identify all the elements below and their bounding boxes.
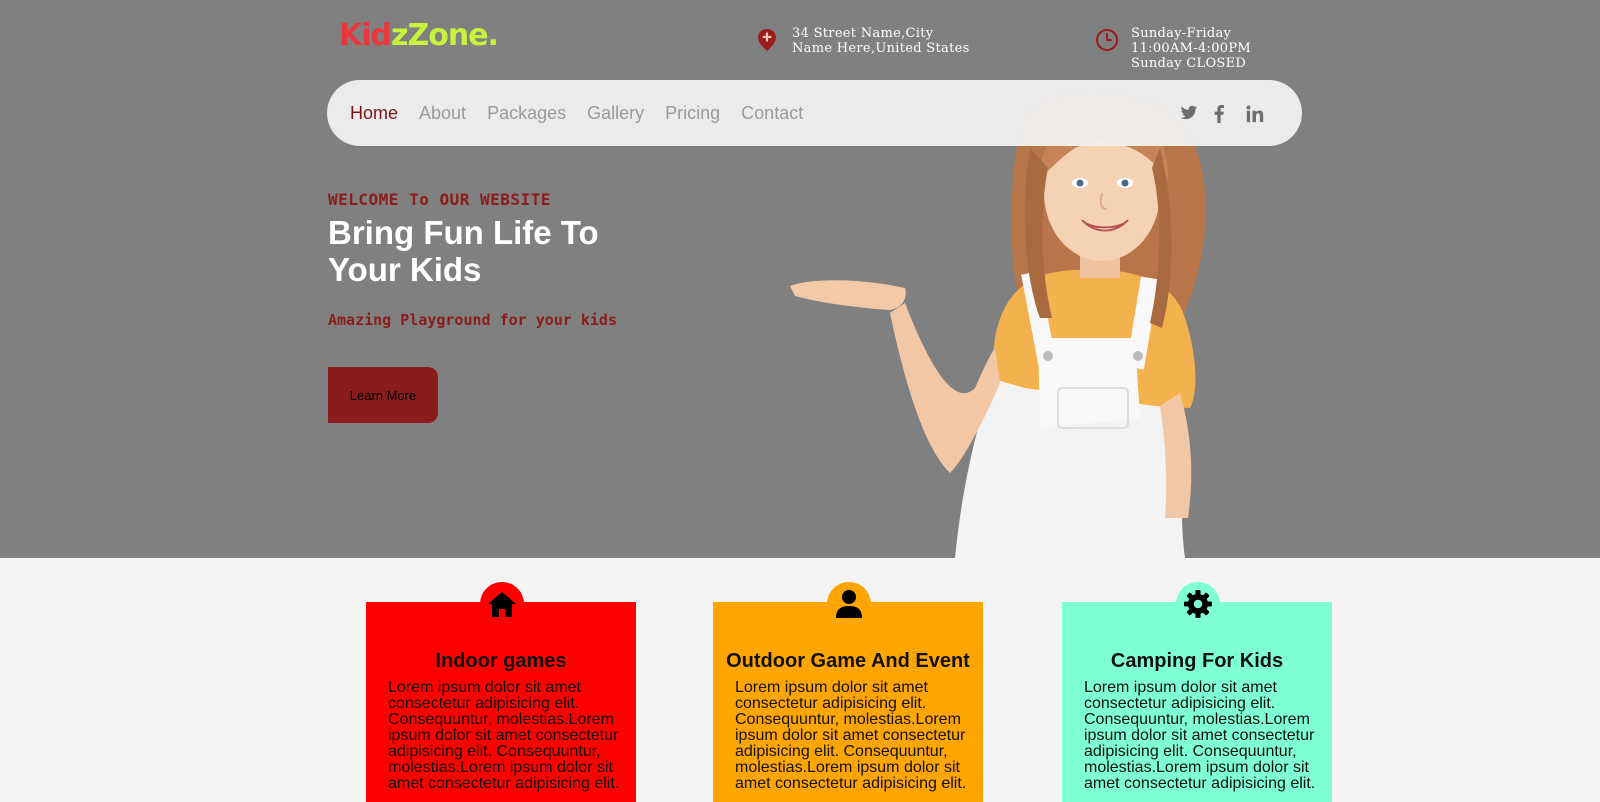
nav-item-gallery[interactable]: Gallery <box>587 103 644 124</box>
hero-headline: Bring Fun Life To Your Kids <box>328 214 599 288</box>
main-navbar: Home About Packages Gallery Pricing Cont… <box>327 80 1302 146</box>
girl-hero-image <box>790 92 1206 558</box>
home-icon <box>480 582 524 626</box>
service-title: Outdoor Game And Event <box>726 650 970 672</box>
service-card-camping: Camping For Kids Lorem ipsum dolor sit a… <box>1062 582 1332 802</box>
clock-icon <box>1095 28 1119 52</box>
facebook-icon[interactable] <box>1213 105 1231 123</box>
site-logo[interactable]: KidzZone. <box>339 18 499 53</box>
service-title: Camping For Kids <box>1110 650 1284 672</box>
service-text: Lorem ipsum dolor sit amet consectetur a… <box>388 679 620 792</box>
linkedin-icon[interactable] <box>1246 105 1264 123</box>
service-text: Lorem ipsum dolor sit amet consectetur a… <box>735 679 967 792</box>
location-pin-icon <box>756 28 780 52</box>
nav-item-about[interactable]: About <box>419 103 466 124</box>
service-text: Lorem ipsum dolor sit amet consectetur a… <box>1084 679 1316 792</box>
social-links <box>1165 105 1264 123</box>
hero-subline: Amazing Playground for your kids <box>328 311 617 329</box>
logo-part-kid: Kid <box>339 18 392 53</box>
nav-item-pricing[interactable]: Pricing <box>665 103 720 124</box>
user-icon <box>827 582 871 626</box>
address-info: 34 Street Name,City Name Here,United Sta… <box>756 26 972 56</box>
hours-text: Sunday-Friday 11:00AM-4:00PM Sunday CLOS… <box>1131 26 1252 71</box>
hours-info: Sunday-Friday 11:00AM-4:00PM Sunday CLOS… <box>1095 26 1296 71</box>
service-title: Indoor games <box>435 650 567 672</box>
learn-more-button[interactable]: Learn More <box>328 367 438 423</box>
service-card-outdoor-game: Outdoor Game And Event Lorem ipsum dolor… <box>713 582 983 802</box>
nav-links: Home About Packages Gallery Pricing Cont… <box>350 103 824 124</box>
welcome-label: WELCOME To OUR WEBSITE <box>328 190 551 209</box>
hero-section: KidzZone. 34 Street Name,City Name Here,… <box>0 0 1600 558</box>
nav-item-home[interactable]: Home <box>350 103 398 124</box>
service-card-indoor-games: Indoor games Lorem ipsum dolor sit amet … <box>366 582 636 802</box>
nav-item-contact[interactable]: Contact <box>741 103 803 124</box>
logo-part-zone: zZone. <box>391 18 499 53</box>
nav-item-packages[interactable]: Packages <box>487 103 566 124</box>
gear-icon <box>1176 582 1220 626</box>
address-text: 34 Street Name,City Name Here,United Sta… <box>792 26 970 56</box>
twitter-icon[interactable] <box>1180 105 1198 123</box>
